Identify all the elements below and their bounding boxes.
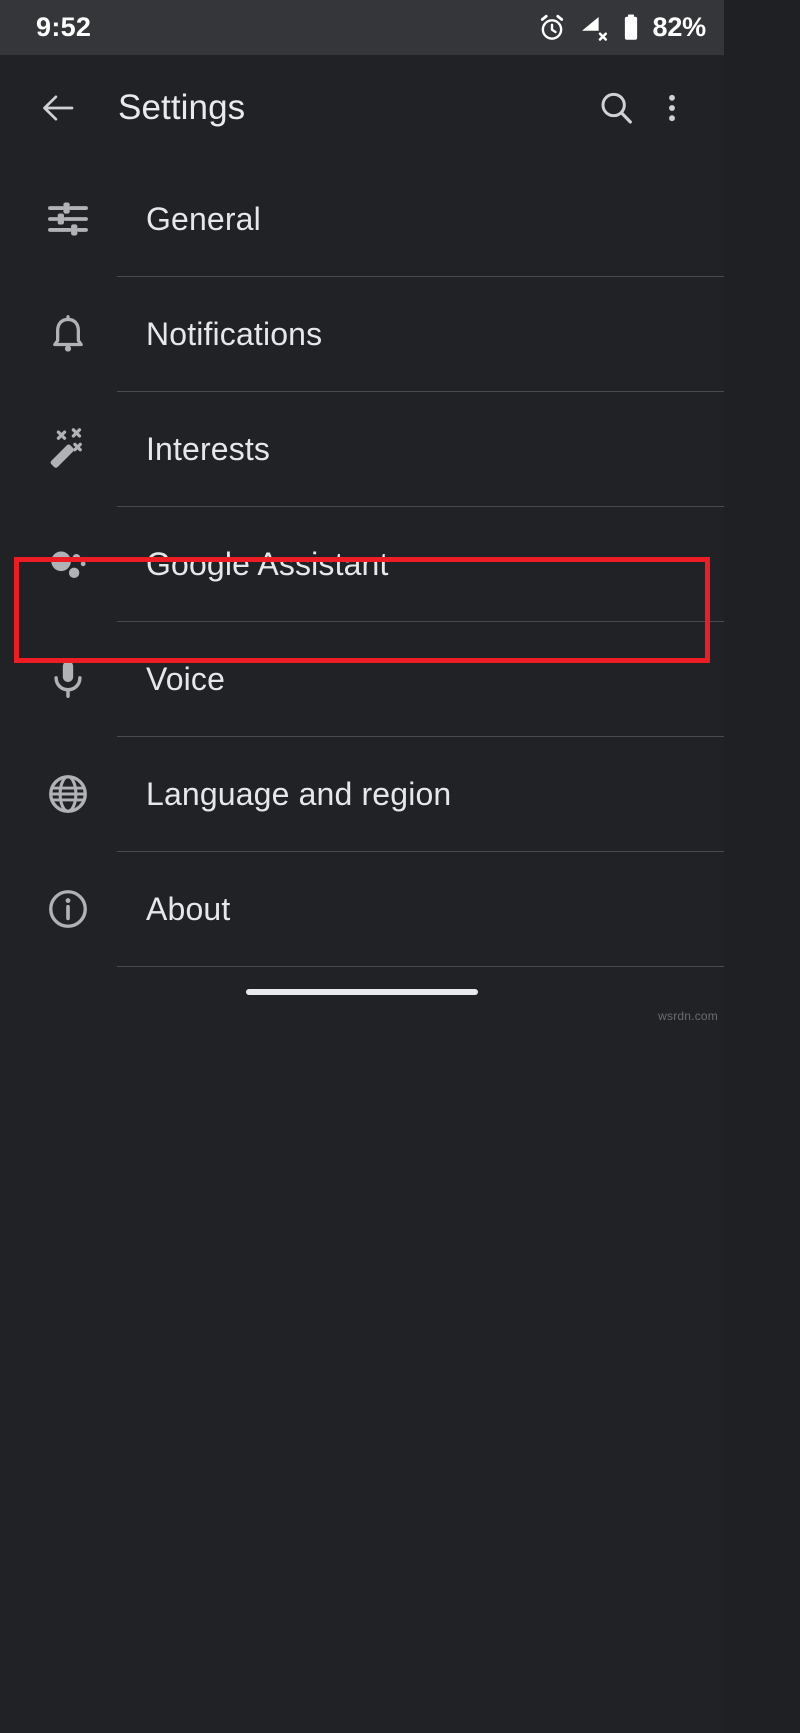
settings-item-notifications[interactable]: Notifications: [0, 277, 724, 391]
globe-icon: [42, 768, 94, 820]
status-clock: 9:52: [36, 12, 92, 42]
phone-viewport: 9:52 82% Settings General Notifications …: [0, 0, 724, 1733]
settings-list: General Notifications Interests Google A…: [0, 160, 724, 967]
settings-item-label: Language and region: [146, 775, 452, 812]
settings-item-voice[interactable]: Voice: [0, 622, 724, 736]
settings-item-general[interactable]: General: [0, 162, 724, 276]
battery-icon: [619, 13, 643, 43]
back-arrow-icon: [37, 87, 79, 129]
app-bar: Settings: [0, 55, 724, 160]
system-navigation-bar: wsrdn.com: [0, 967, 724, 1025]
settings-item-label: Google Assistant: [146, 545, 389, 582]
bell-icon: [42, 308, 94, 360]
page-title: Settings: [118, 87, 246, 127]
magic-wand-icon: [42, 423, 94, 475]
google-assistant-icon: [42, 538, 94, 590]
info-circle-icon: [42, 883, 94, 935]
alarm-icon: [537, 13, 567, 43]
more-vert-icon: [654, 90, 690, 126]
settings-item-about[interactable]: About: [0, 852, 724, 966]
page-gutter: [724, 0, 800, 1733]
home-indicator[interactable]: [246, 989, 478, 995]
settings-item-google-assistant[interactable]: Google Assistant: [0, 507, 724, 621]
microphone-icon: [42, 653, 94, 705]
settings-item-label: Voice: [146, 660, 226, 697]
battery-percent: 82%: [652, 12, 707, 42]
settings-item-language-and-region[interactable]: Language and region: [0, 737, 724, 851]
tune-sliders-icon: [42, 193, 94, 245]
search-icon: [596, 88, 636, 128]
overflow-menu-button[interactable]: [644, 80, 700, 136]
screen-root: 9:52 82% Settings General Notifications …: [0, 0, 800, 1733]
settings-item-label: About: [146, 890, 231, 927]
settings-item-label: General: [146, 200, 261, 237]
watermark: wsrdn.com: [658, 1009, 718, 1023]
back-button[interactable]: [30, 80, 86, 136]
status-icons: 82%: [537, 13, 706, 43]
settings-item-interests[interactable]: Interests: [0, 392, 724, 506]
settings-item-label: Notifications: [146, 315, 323, 352]
no-signal-icon: [578, 13, 608, 43]
settings-item-label: Interests: [146, 430, 271, 467]
status-bar: 9:52 82%: [0, 0, 724, 55]
search-button[interactable]: [588, 80, 644, 136]
